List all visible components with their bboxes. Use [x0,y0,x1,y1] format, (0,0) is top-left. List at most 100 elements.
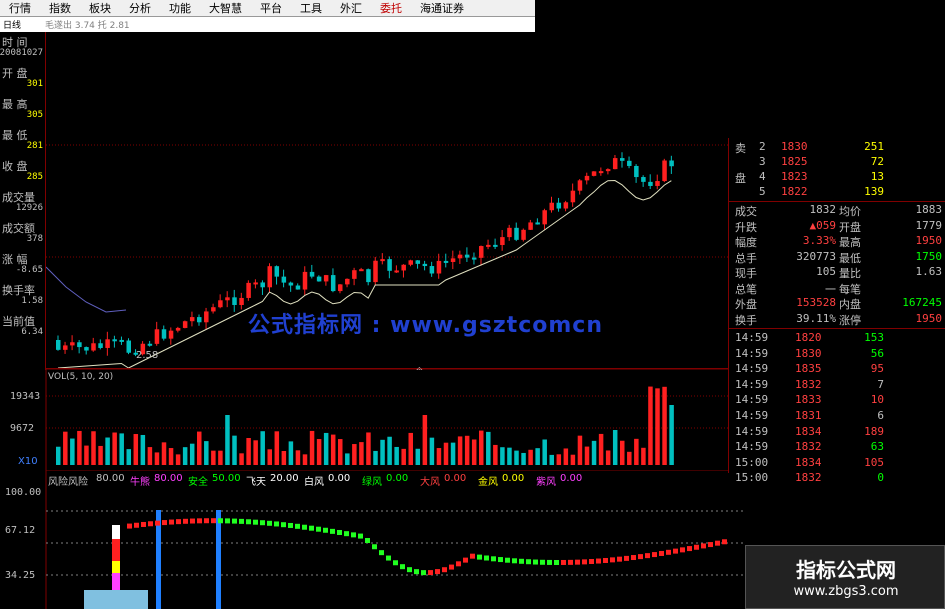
menu-item[interactable]: 行情 [0,0,40,16]
tick-row: 14:59 1834 189 [729,425,945,441]
menu-item[interactable]: 指数 [40,0,80,16]
indicator-mark [204,518,209,524]
indicator-mark [358,533,363,539]
stat-label: 开盘 [839,220,861,234]
menu-item[interactable]: 海通证券 [411,0,473,16]
candle-body [598,171,604,174]
order-level: 4 [759,170,766,183]
volume-bar [126,449,131,465]
indicator-chart[interactable]: 100.00 67.12 34.25 [0,470,745,609]
candle-body [486,244,491,247]
volume-bar [260,431,265,465]
candle-body [493,244,498,247]
indicator-mark [253,519,258,525]
stat-label: 成交 [735,205,757,218]
indicator-mark [169,519,174,525]
volume-bar [507,447,512,465]
candle-body [119,339,124,342]
menu-item[interactable]: 分析 [120,0,160,16]
indicator-mark [708,542,713,548]
order-level: 2 [759,140,766,153]
menu-bar: 行情 指数 板块 分析 功能 大智慧 平台 工具 外汇 委托 海通证券 [0,0,535,17]
quote-stat-row: 总笔 一每笔 [729,281,945,297]
indicator-mark [561,559,566,565]
stat-label: 总手 [735,251,757,265]
tick-time: 14:59 [735,331,769,344]
indicator-param-value: 50.00 [212,473,241,484]
volume-bar [197,431,202,465]
moving-average-line [57,180,672,369]
indicator-param-value: 80.00 [154,473,183,484]
indicator-mark [134,522,139,528]
volume-bar [352,444,357,465]
candle-body [584,175,590,181]
tick-time: 14:59 [735,346,769,360]
candle-body [464,254,470,258]
period-label[interactable]: 日线 [3,18,21,31]
stat-label: 最低 [839,251,861,265]
indicator-mark [239,518,244,524]
menu-item[interactable]: 功能 [160,0,200,16]
order-level: 5 [759,185,766,198]
indicator-mark [673,548,678,554]
volume-bar [56,446,61,465]
volume-bar [211,450,216,465]
quote-panel: 卖 2 1830 251 3 1825 72 盘 4 1823 13 5 1822 139 成交 1832 均价… [728,138,945,484]
candle-body [218,300,223,308]
tick-row: 14:59 1832 7 [729,378,945,394]
volume-bar [612,430,618,465]
indicator-mark [659,550,664,556]
candle-body [471,257,477,260]
indicator-param-name: 飞天 [246,477,266,488]
volume-bar [556,454,562,465]
quote-stat-row: 现手 105 量比 1.63 [729,265,945,281]
indicator-mark [309,525,314,531]
volume-chart[interactable]: VOL(5, 10, 20) 19343 9672 X10 [0,368,728,470]
indicator-mark [701,543,706,549]
indicator-mark [155,520,160,526]
menu-item[interactable]: 板块 [80,0,120,16]
menu-item[interactable]: 委托 [371,0,411,16]
indicator-mark [449,564,454,570]
volume-bar [605,450,611,465]
stat-label: 现手 [735,267,757,280]
tick-volume: 6 [877,409,884,422]
tick-row: 14:59 1833 10 [729,393,945,409]
candle-body [422,263,428,267]
low-price-label: 2.58 [136,350,158,361]
indicator-mark [225,518,230,524]
volume-bar [253,440,258,465]
candle-body [197,317,202,323]
candle-body [634,165,639,178]
tick-row: 14:59 1830 56 [729,347,945,363]
secondary-line [46,266,127,313]
watermark-text: 公式指标网 : www.gsztcomcn [248,313,603,338]
menu-item[interactable]: 平台 [251,0,291,16]
tick-volume: 56 [870,346,884,360]
tick-price: 1820 [795,331,822,344]
stat-value: 1779 [915,218,943,232]
field-label: 最 低 [2,129,28,142]
menu-item[interactable]: 外汇 [331,0,371,16]
tick-row: 14:59 1820 153 [729,331,945,347]
volume-bar [457,436,463,465]
candle-body [309,271,315,277]
indicator-mark [540,559,545,565]
indicator-mark [414,569,419,575]
candle-body [457,254,463,259]
stat-value: 一 [825,282,836,296]
volume-bar [584,446,590,465]
volume-bar [521,452,526,465]
indicator-mark [638,554,643,560]
volume-bar [450,442,456,465]
bar-info-panel: 时 间 20081027 开 盘 301 最 高 305 最 低 281 收 盘 285 成交量 12… [0,32,46,370]
indicator-mark [554,559,559,565]
candle-body [408,260,413,265]
volume-bar [316,439,322,465]
menu-item[interactable]: 工具 [291,0,331,16]
quote-stat-row: 换手 39.11% 涨停 1950 [729,312,945,328]
menu-item[interactable]: 大智慧 [200,0,251,16]
indicator-param-name: 金风 [478,477,498,488]
indicator-mark [337,529,342,535]
volume-bar [204,441,209,465]
